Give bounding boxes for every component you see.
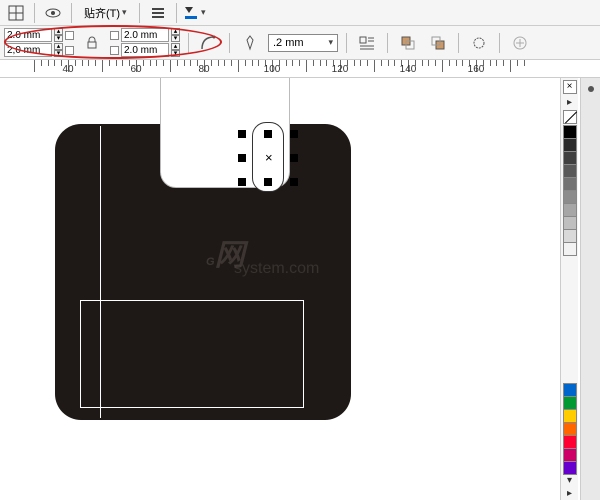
corner-br-row: ▴▾	[110, 43, 180, 57]
color-swatch[interactable]	[563, 138, 577, 152]
separator	[387, 33, 388, 53]
palette-scroll-down-icon[interactable]: ▾	[567, 475, 572, 486]
color-swatch[interactable]	[563, 177, 577, 191]
separator	[176, 3, 177, 23]
corner-bl-row: ▴▾	[4, 43, 74, 57]
color-swatch[interactable]	[563, 151, 577, 165]
ruler-label: 80	[198, 64, 209, 75]
palette-flyout-icon[interactable]: ▸	[567, 488, 572, 499]
convert-curves-icon[interactable]	[467, 32, 491, 54]
drawing-canvas[interactable]: × G网 system.com	[0, 78, 558, 500]
spinner[interactable]: ▴▾	[171, 43, 180, 57]
selection-center-icon[interactable]: ×	[265, 150, 273, 165]
watermark-text: system.com	[234, 260, 319, 278]
docker-panel-collapsed[interactable]	[580, 78, 600, 500]
color-swatch[interactable]	[563, 461, 577, 475]
selection-handle[interactable]	[264, 130, 272, 138]
separator	[34, 3, 35, 23]
separator	[71, 3, 72, 23]
corner-indicator-bl-icon	[65, 46, 74, 55]
separator	[499, 33, 500, 53]
ruler-label: 60	[130, 64, 141, 75]
separator	[229, 33, 230, 53]
ruler-label: 40	[62, 64, 73, 75]
eye-icon[interactable]	[41, 2, 65, 24]
shape-label-rect[interactable]	[80, 300, 304, 408]
separator	[458, 33, 459, 53]
color-swatch[interactable]	[563, 190, 577, 204]
color-swatch[interactable]	[563, 396, 577, 410]
scale-corners-icon[interactable]	[197, 32, 221, 54]
docker-handle-icon	[588, 86, 594, 92]
corner-tl-row: ▴▾	[4, 28, 74, 42]
selection-handle[interactable]	[238, 178, 246, 186]
wrap-text-icon[interactable]	[355, 32, 379, 54]
selection-handle[interactable]	[238, 154, 246, 162]
color-swatch[interactable]	[563, 216, 577, 230]
corner-indicator-tr-icon	[110, 31, 119, 40]
palette-close-icon[interactable]: ×	[563, 80, 577, 94]
color-swatch[interactable]	[563, 164, 577, 178]
outline-width-dropdown[interactable]: .2 mm ▾	[268, 34, 338, 52]
selection-handle[interactable]	[238, 130, 246, 138]
separator	[139, 3, 140, 23]
corner-tr-row: ▴▾	[110, 28, 180, 42]
toolbar-top: 贴齐(T)▾ ▾	[0, 0, 600, 26]
color-palette: × ▸ ▾ ▸	[560, 78, 578, 500]
color-swatch[interactable]	[563, 229, 577, 243]
spinner[interactable]: ▴▾	[54, 43, 63, 57]
color-swatch[interactable]	[563, 242, 577, 256]
color-swatch[interactable]	[563, 383, 577, 397]
color-swatch[interactable]	[563, 435, 577, 449]
corner-radius-bl[interactable]	[4, 43, 52, 57]
ruler-horizontal: 406080100120140160	[0, 60, 600, 78]
color-swatch[interactable]	[563, 409, 577, 423]
add-icon[interactable]	[508, 32, 532, 54]
palette-cursor-icon[interactable]: ▸	[567, 97, 572, 108]
to-back-icon[interactable]	[426, 32, 450, 54]
outline-width-value: .2 mm	[273, 37, 304, 49]
selection-handle[interactable]	[290, 154, 298, 162]
separator	[188, 33, 189, 53]
corner-radius-tl[interactable]	[4, 28, 52, 42]
color-swatch[interactable]	[563, 203, 577, 217]
spinner[interactable]: ▴▾	[171, 28, 180, 42]
spinner[interactable]: ▴▾	[54, 28, 63, 42]
corner-radius-br[interactable]	[121, 43, 169, 57]
corner-radius-group-left: ▴▾ ▴▾	[4, 28, 74, 57]
corner-indicator-tl-icon	[65, 31, 74, 40]
grid-icon[interactable]	[4, 2, 28, 24]
corner-radius-group-right: ▴▾ ▴▾	[110, 28, 180, 57]
corner-indicator-br-icon	[110, 46, 119, 55]
chevron-down-icon: ▾	[201, 7, 206, 18]
fill-dropdown[interactable]: ▾	[183, 2, 207, 24]
selection-handle[interactable]	[264, 178, 272, 186]
property-bar: ▴▾ ▴▾ ▴▾ ▴▾ .2 mm ▾	[0, 26, 600, 60]
color-swatch[interactable]	[563, 448, 577, 462]
selection-handle[interactable]	[290, 130, 298, 138]
to-front-icon[interactable]	[396, 32, 420, 54]
separator	[346, 33, 347, 53]
color-swatch[interactable]	[563, 125, 577, 139]
options-icon[interactable]	[146, 2, 170, 24]
lock-corners-icon[interactable]	[80, 32, 104, 54]
corner-radius-tr[interactable]	[121, 28, 169, 42]
selection-handle[interactable]	[290, 178, 298, 186]
no-color-swatch[interactable]	[563, 110, 577, 124]
outline-pen-icon[interactable]	[238, 32, 262, 54]
snap-menu[interactable]: 贴齐(T)▾	[78, 3, 133, 23]
snap-label: 贴齐(T)	[84, 5, 120, 21]
chevron-down-icon: ▾	[122, 7, 127, 18]
chevron-down-icon: ▾	[328, 37, 333, 48]
color-swatch[interactable]	[563, 422, 577, 436]
